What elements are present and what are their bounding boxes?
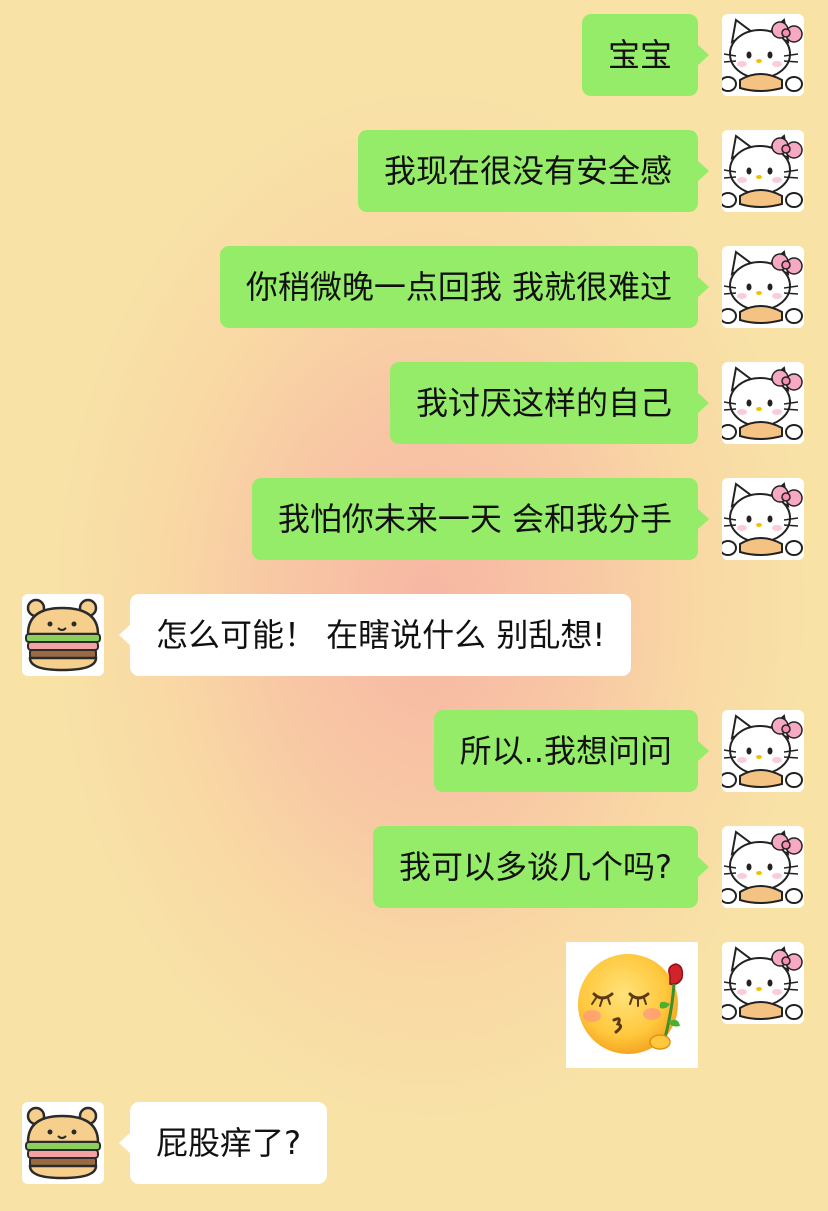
- hello-kitty-avatar-icon[interactable]: [722, 130, 804, 212]
- my-message-bubble[interactable]: 你稍微晚一点回我 我就很难过: [219, 246, 710, 328]
- message-row: 我怕你未来一天 会和我分手: [0, 478, 828, 560]
- hello-kitty-avatar-icon[interactable]: [722, 14, 804, 96]
- kissing-face-with-rose-emoji[interactable]: [566, 942, 698, 1068]
- message-row: [0, 942, 828, 1068]
- hello-kitty-avatar-icon[interactable]: [722, 246, 804, 328]
- message-row: 所以..我想问问: [0, 710, 828, 792]
- my-message-bubble[interactable]: 我现在很没有安全感: [357, 130, 710, 212]
- other-message-bubble[interactable]: 怎么可能！ 在瞎说什么 别乱想!: [118, 594, 632, 676]
- my-message-bubble[interactable]: 宝宝: [581, 14, 710, 96]
- my-message-bubble[interactable]: 我可以多谈几个吗?: [373, 826, 709, 908]
- cartoon-bear-burger-avatar-icon[interactable]: [22, 1102, 104, 1184]
- hello-kitty-avatar-icon[interactable]: [722, 478, 804, 560]
- hello-kitty-avatar-icon[interactable]: [722, 362, 804, 444]
- other-message-bubble[interactable]: 屁股痒了?: [119, 1102, 327, 1184]
- hello-kitty-avatar-icon[interactable]: [722, 942, 804, 1024]
- message-row: 怎么可能！ 在瞎说什么 别乱想!: [0, 594, 828, 676]
- hello-kitty-avatar-icon[interactable]: [722, 826, 804, 908]
- my-message-bubble[interactable]: 所以..我想问问: [433, 710, 710, 792]
- hello-kitty-avatar-icon[interactable]: [722, 710, 804, 792]
- cartoon-bear-burger-avatar-icon[interactable]: [22, 594, 104, 676]
- my-message-bubble[interactable]: 我讨厌这样的自己: [389, 362, 710, 444]
- chat-conversation: 宝宝 我现在很没有安全感 你稍微晚一点回我 我就很难过 我讨厌这样的自己 我怕你…: [0, 0, 828, 1211]
- my-message-bubble[interactable]: 我怕你未来一天 会和我分手: [251, 478, 710, 560]
- message-row: 我现在很没有安全感: [0, 130, 828, 212]
- message-row: 我可以多谈几个吗?: [0, 826, 828, 908]
- message-row: 你稍微晚一点回我 我就很难过: [0, 246, 828, 328]
- message-row: 屁股痒了?: [0, 1102, 828, 1184]
- message-row: 我讨厌这样的自己: [0, 362, 828, 444]
- message-row: 宝宝: [0, 14, 828, 96]
